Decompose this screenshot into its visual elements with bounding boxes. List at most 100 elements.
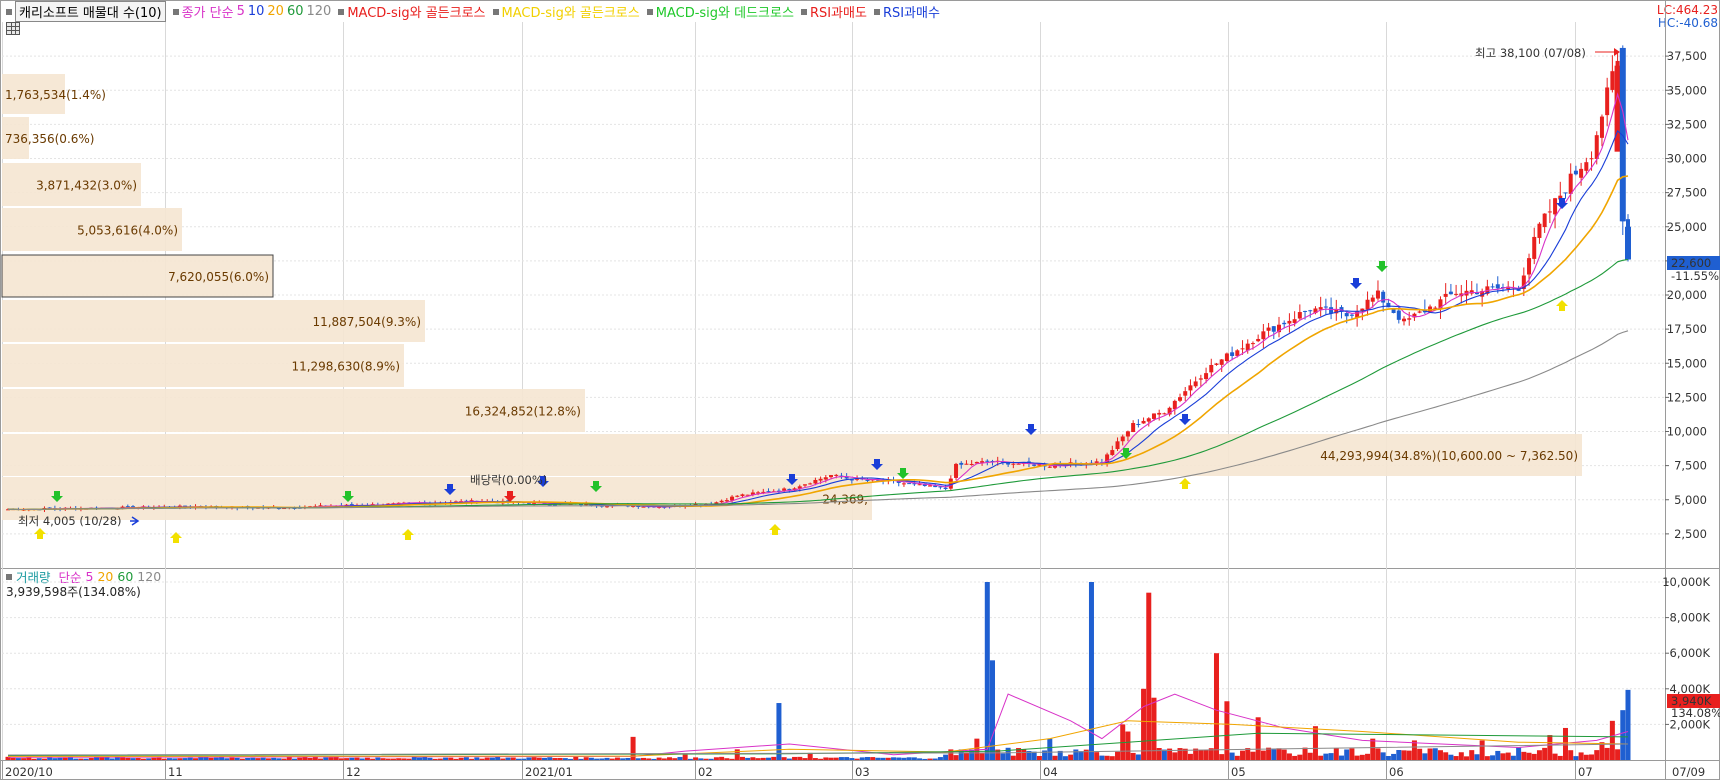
candle-body xyxy=(823,477,828,480)
volume-bar xyxy=(828,757,834,760)
volume-bar xyxy=(1323,753,1329,760)
candle-body xyxy=(1125,431,1130,437)
candle-body xyxy=(1266,327,1271,331)
volume-bar xyxy=(1474,754,1480,760)
y-tick-label: 12,500 xyxy=(1667,390,1707,404)
y-tick-label: 5,000 xyxy=(1674,493,1707,507)
volume-bar xyxy=(880,757,886,760)
volume-bar xyxy=(396,758,402,760)
volume-bar xyxy=(588,757,594,760)
candle-body xyxy=(1605,87,1610,116)
volume-bar xyxy=(724,758,730,760)
volume-bar xyxy=(943,754,949,760)
candle-body xyxy=(1219,359,1224,365)
volume-bar xyxy=(599,758,605,760)
candle-body xyxy=(1240,348,1245,350)
volume-bar xyxy=(474,757,480,760)
volume-bar xyxy=(411,756,417,760)
candle-body xyxy=(1120,436,1125,442)
volume-bar xyxy=(1073,749,1079,760)
volume-bar xyxy=(1198,749,1204,760)
volume-bar xyxy=(640,757,646,760)
chart-canvas[interactable]: 2020/10 11 12 2021/01 02 03 04 05 06 07 07/09 37,50… xyxy=(0,0,1720,780)
volume-bar xyxy=(990,660,996,760)
volume-bar xyxy=(609,758,615,760)
signal-arrow-icon xyxy=(1556,198,1568,209)
volume-bar xyxy=(458,757,464,760)
volume-bar xyxy=(1615,749,1621,760)
volume-bar xyxy=(390,758,396,760)
volume-bar xyxy=(1094,752,1100,760)
volume-bar xyxy=(792,756,798,760)
volume-bar xyxy=(1417,748,1423,760)
volume-bar xyxy=(1078,751,1084,760)
volume-bar xyxy=(1339,755,1345,760)
candle-body xyxy=(125,506,130,508)
candle-body xyxy=(1532,236,1537,259)
volume-bar xyxy=(281,758,287,760)
volume-bar xyxy=(614,757,620,760)
volume-bar xyxy=(1010,755,1016,760)
y-tick-label: 32,500 xyxy=(1667,117,1707,131)
volume-profile-bar xyxy=(2,477,872,520)
candle-body xyxy=(1349,314,1354,316)
volume-bar xyxy=(1125,731,1131,760)
volume-bar xyxy=(479,758,485,760)
y-tick-label: 2,500 xyxy=(1674,527,1707,541)
volume-bar xyxy=(1276,748,1282,760)
candle-body xyxy=(719,500,724,503)
volume-bar xyxy=(1292,755,1298,760)
volume-bar xyxy=(1505,752,1511,760)
volume-bar xyxy=(818,758,824,760)
candle-body xyxy=(1563,192,1568,194)
volume-bar xyxy=(57,757,63,760)
volume-bar xyxy=(1609,720,1615,760)
candle-body xyxy=(1589,158,1594,160)
candle-body xyxy=(1157,412,1162,415)
volume-bar xyxy=(1104,755,1110,760)
volume-bar xyxy=(536,757,542,760)
volume-bar xyxy=(1536,750,1542,760)
volume-bar xyxy=(875,757,881,760)
volume-bar xyxy=(146,758,152,760)
volume-bar xyxy=(911,757,917,760)
x-tick-label: 11 xyxy=(168,765,183,779)
volume-bar xyxy=(245,757,251,760)
volume-ma20-line xyxy=(7,720,1629,757)
dividend-annotation: 배당락(0.00%) xyxy=(470,473,547,487)
volume-bar xyxy=(489,757,495,760)
volume-bar xyxy=(1000,753,1006,760)
volume-bar xyxy=(1604,747,1610,760)
stock-chart[interactable]: 캐리소프트 매물대 수(10) 종가 단순 5 10 20 60 120 MAC… xyxy=(0,0,1720,780)
volume-bar xyxy=(542,757,548,760)
volume-bar xyxy=(682,754,688,760)
volume-bar xyxy=(1187,753,1193,760)
candle-body xyxy=(1292,319,1297,323)
volume-profile-label: 5,053,616(4.0%) xyxy=(77,224,178,238)
volume-bar xyxy=(21,758,27,760)
volume-bar xyxy=(1349,748,1355,760)
volume-bar xyxy=(1229,752,1235,760)
candle-body xyxy=(1198,378,1203,380)
volume-bar xyxy=(338,758,344,760)
volume-bar xyxy=(703,758,709,760)
low-price-annotation: 최저 4,005 (10/28) xyxy=(18,514,122,528)
volume-bar xyxy=(265,758,271,760)
volume-bar xyxy=(104,757,110,760)
signal-arrow-icon xyxy=(34,528,46,539)
volume-bar xyxy=(927,758,933,760)
volume-bar xyxy=(1620,710,1626,760)
candle-body xyxy=(1011,463,1016,465)
volume-bar xyxy=(432,758,438,760)
candle-body xyxy=(1136,423,1141,425)
candle-body xyxy=(1542,213,1547,228)
candle-body xyxy=(1256,338,1261,342)
y-tick-label: 20,000 xyxy=(1667,288,1707,302)
volume-bar xyxy=(562,758,568,760)
volume-bar xyxy=(760,757,766,760)
volume-bar xyxy=(380,758,386,760)
volume-bar xyxy=(328,757,334,760)
volume-bar xyxy=(1099,755,1105,760)
volume-bar xyxy=(10,757,16,760)
volume-bar xyxy=(437,758,443,760)
